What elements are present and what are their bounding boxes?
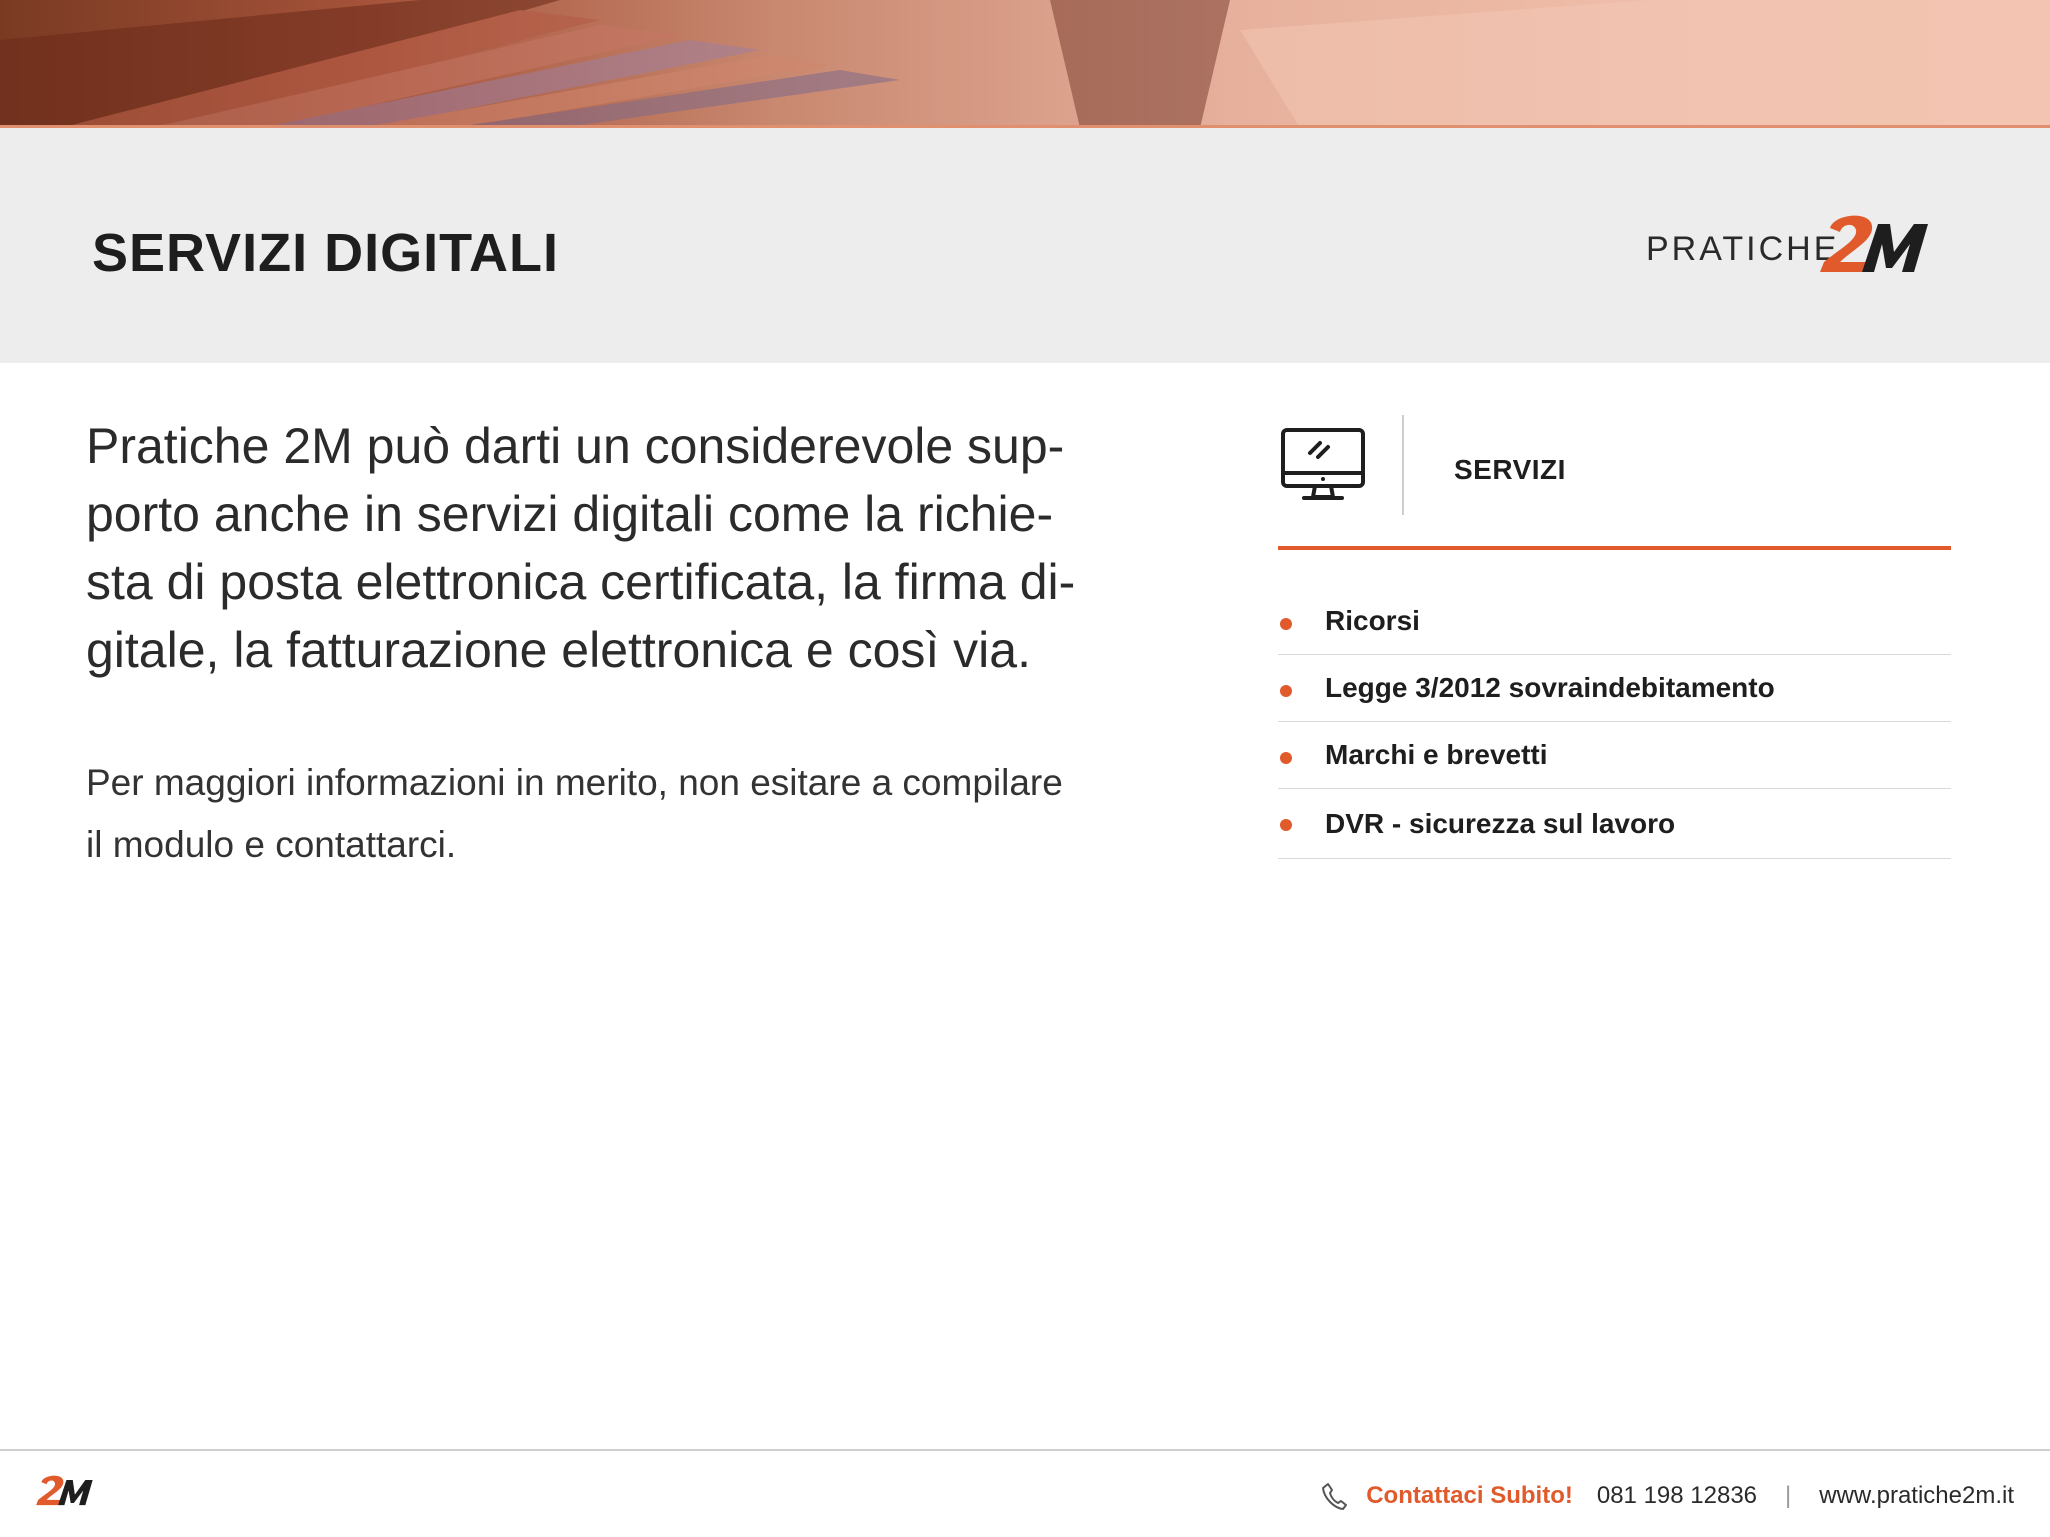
brand-2m-mark bbox=[1820, 215, 1928, 272]
website-link[interactable]: www.pratiche2m.it bbox=[1819, 1482, 2014, 1510]
footer-2m-mark bbox=[36, 1475, 93, 1506]
brand-text: PRATICHE bbox=[1646, 230, 1840, 268]
service-item-label: Ricorsi bbox=[1325, 605, 1420, 636]
service-item-marchi-brevetti[interactable]: Marchi e brevetti bbox=[1278, 722, 1951, 789]
service-item-ricorsi[interactable]: Ricorsi bbox=[1278, 588, 1951, 655]
bullet-dot bbox=[1280, 685, 1292, 697]
header-banner-image bbox=[0, 0, 2050, 128]
footer-contact: Contattaci Subito! 081 198 12836 | www.p… bbox=[1322, 1478, 2014, 1514]
service-item-sovraindebitamento[interactable]: Legge 3/2012 sovraindebitamento bbox=[1278, 655, 1951, 722]
footer-divider bbox=[0, 1449, 2050, 1451]
services-accent-rule bbox=[1278, 546, 1951, 550]
services-title: SERVIZI bbox=[1454, 454, 1566, 485]
lead-line: sta di posta elettronica certificata, la… bbox=[86, 554, 1076, 610]
service-item-label: DVR - sicurezza sul lavoro bbox=[1325, 807, 1676, 839]
services-header: SERVIZI bbox=[1278, 415, 1951, 515]
service-item-label: Legge 3/2012 sovraindebitamento bbox=[1325, 672, 1775, 703]
lead-line: porto anche in servizi digitali come la … bbox=[86, 486, 1054, 542]
phone-number[interactable]: 081 198 12836 bbox=[1597, 1482, 1757, 1510]
service-item-dvr[interactable]: DVR - sicurezza sul lavoro bbox=[1278, 789, 1951, 859]
lead-line: Pratiche 2M può darti un considerevole s… bbox=[86, 418, 1065, 474]
lead-line: gitale, la fatturazione elettronica e co… bbox=[86, 622, 1031, 678]
contact-cta-link[interactable]: Contattaci Subito! bbox=[1366, 1482, 1573, 1510]
footer-separator: | bbox=[1785, 1482, 1792, 1509]
services-divider bbox=[1402, 415, 1404, 515]
phone-icon bbox=[1322, 1482, 1348, 1510]
page-title: SERVIZI DIGITALI bbox=[92, 223, 560, 283]
services-list: Ricorsi Legge 3/2012 sovraindebitamento … bbox=[1278, 588, 1951, 859]
bullet-dot bbox=[1280, 819, 1292, 831]
service-item-label: Marchi e brevetti bbox=[1325, 739, 1548, 770]
info-line: il modulo e contattarci. bbox=[86, 824, 457, 865]
bullet-dot bbox=[1280, 618, 1292, 630]
info-line: Per maggiori informazioni in merito, non… bbox=[86, 762, 1063, 803]
brand-logo[interactable]: PRATICHE bbox=[1646, 210, 1946, 280]
lead-paragraph: Pratiche 2M può darti un considerevole s… bbox=[86, 412, 1096, 684]
bullet-dot bbox=[1280, 752, 1292, 764]
footer-logo[interactable] bbox=[34, 1472, 100, 1515]
monitor-icon bbox=[1281, 428, 1365, 500]
info-paragraph: Per maggiori informazioni in merito, non… bbox=[86, 752, 1096, 876]
